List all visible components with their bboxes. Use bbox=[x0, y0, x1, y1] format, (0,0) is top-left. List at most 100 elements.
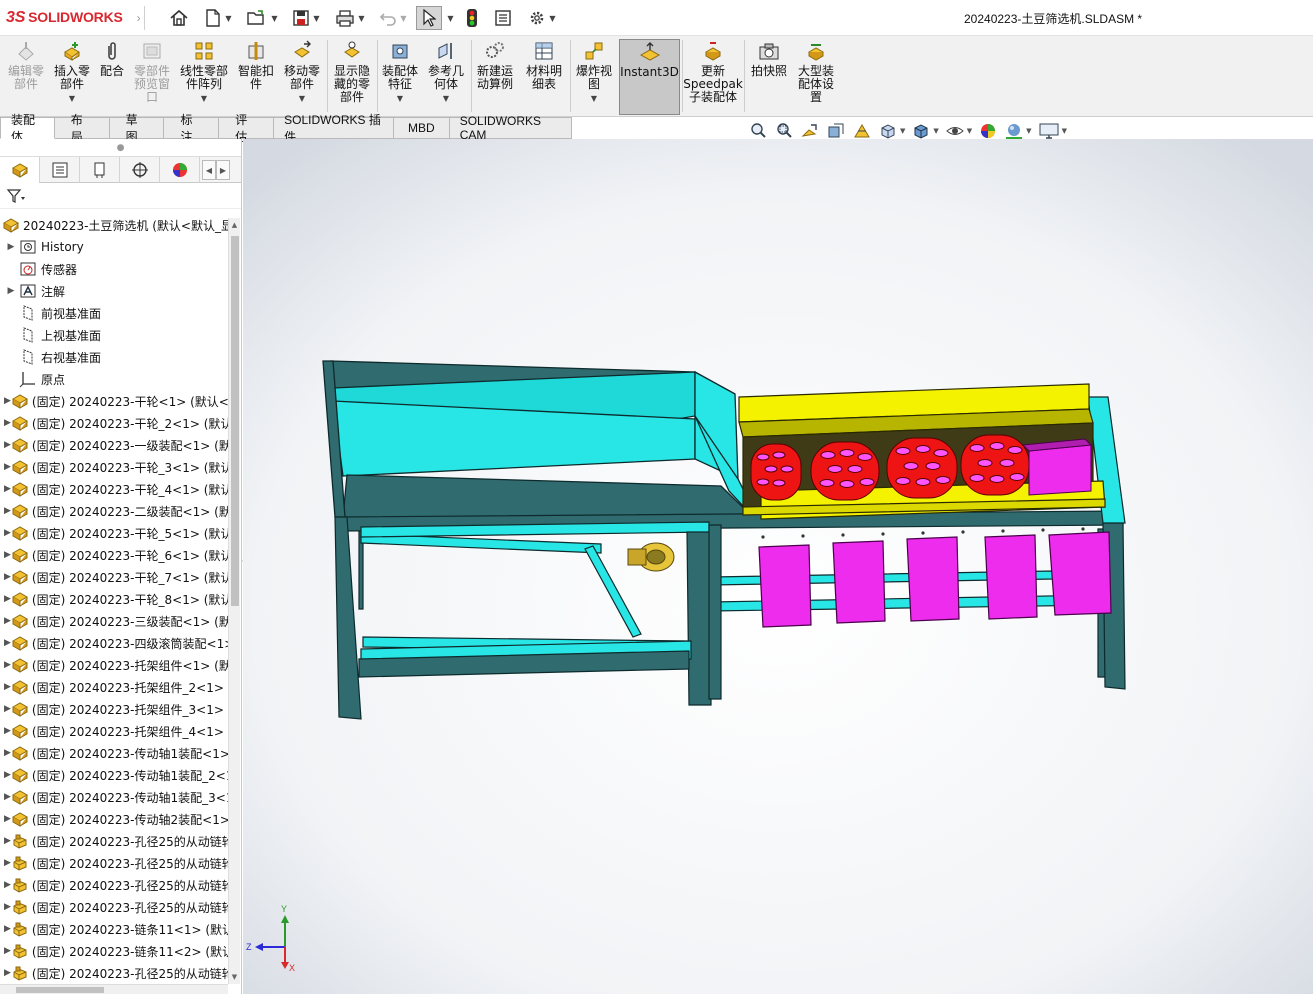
part-preview-button[interactable]: 零部件 预览窗 口 bbox=[130, 39, 174, 115]
expand-arrow-icon[interactable]: ▶ bbox=[4, 682, 11, 692]
expand-arrow-icon[interactable]: ▶ bbox=[4, 726, 11, 736]
tree-item[interactable]: 传感器 bbox=[0, 258, 228, 280]
tree-item[interactable]: ▶ (固定) 20240223-干轮_7<1> (默认<默认_显示状态 1>) bbox=[0, 566, 228, 588]
expand-arrow-icon[interactable]: ▶ bbox=[4, 880, 11, 890]
expand-arrow-icon[interactable]: ▶ bbox=[4, 572, 11, 582]
tree-item[interactable]: 右视基准面 bbox=[0, 346, 228, 368]
tree-item[interactable]: ▶ 注解 bbox=[0, 280, 228, 302]
tab-layout[interactable]: 布局 bbox=[54, 113, 110, 144]
file-properties-button[interactable] bbox=[492, 6, 514, 30]
tree-item[interactable]: ▶ (固定) 20240223-干轮<1> (默认<默认_显示状态 1>) bbox=[0, 390, 228, 412]
previous-view-button[interactable] bbox=[800, 121, 820, 141]
expand-arrow-icon[interactable]: ▶ bbox=[4, 902, 11, 912]
insert-part-button[interactable]: 插入零 部件 ▼ bbox=[50, 39, 94, 115]
solidworks-logo[interactable]: 3S SOLIDWORKS › bbox=[6, 9, 141, 27]
mate-button[interactable]: 配合 bbox=[96, 39, 128, 115]
tree-root[interactable]: 20240223-土豆筛选机 (默认<默认_显示状态-1>) bbox=[0, 214, 228, 236]
tab-evaluate[interactable]: 评估 bbox=[219, 113, 275, 144]
tree-item[interactable]: ▶ (固定) 20240223-干轮_4<1> (默认<默认_显示状态 1>) bbox=[0, 478, 228, 500]
edit-appearance-button[interactable] bbox=[978, 121, 998, 141]
tree-item[interactable]: ▶ (固定) 20240223-一级装配<1> (默认) bbox=[0, 434, 228, 456]
expand-arrow-icon[interactable]: ▶ bbox=[4, 242, 18, 252]
view-settings-button[interactable]: ▼ bbox=[1038, 121, 1067, 141]
zoom-area-button[interactable] bbox=[774, 121, 794, 141]
tree-item[interactable]: ▶ (固定) 20240223-链条11<1> (默认) bbox=[0, 918, 228, 940]
select-button[interactable] bbox=[416, 6, 442, 30]
scroll-down-icon[interactable]: ▼ bbox=[229, 970, 240, 984]
tree-item[interactable]: ▶ (固定) 20240223-三级装配<1> (默认) bbox=[0, 610, 228, 632]
expand-arrow-icon[interactable]: ▶ bbox=[4, 946, 11, 956]
tree-item[interactable]: ▶ (固定) 20240223-托架组件_2<1> (默认) bbox=[0, 676, 228, 698]
tab-property-manager[interactable] bbox=[40, 157, 80, 183]
tree-item[interactable]: ▶ (固定) 20240223-干轮_6<1> (默认<默认_显示状态 1>) bbox=[0, 544, 228, 566]
expand-arrow-icon[interactable]: ▶ bbox=[4, 638, 11, 648]
expand-arrow-icon[interactable]: ▶ bbox=[4, 660, 11, 670]
linear-pattern-button[interactable]: 线性零部 件阵列 ▼ bbox=[176, 39, 232, 115]
expand-arrow-icon[interactable]: ▶ bbox=[4, 770, 11, 780]
take-snapshot-button[interactable]: 拍快照 bbox=[748, 39, 790, 115]
tree-item[interactable]: 前视基准面 bbox=[0, 302, 228, 324]
select-dropdown[interactable]: ▼ bbox=[443, 6, 455, 30]
open-button[interactable]: ▼ bbox=[242, 6, 282, 30]
assembly-feature-button[interactable]: 装配体 特征 ▼ bbox=[378, 39, 422, 115]
tree-item[interactable]: 上视基准面 bbox=[0, 324, 228, 346]
expand-arrow-icon[interactable]: ▶ bbox=[4, 748, 11, 758]
expand-arrow-icon[interactable]: ▶ bbox=[4, 528, 11, 538]
expand-arrow-icon[interactable]: ▶ bbox=[4, 550, 11, 560]
reference-geometry-button[interactable]: 参考几 何体 ▼ bbox=[424, 39, 468, 115]
new-document-button[interactable]: ▼ bbox=[198, 6, 238, 30]
scroll-up-icon[interactable]: ▲ bbox=[229, 218, 240, 232]
scroll-thumb[interactable] bbox=[231, 236, 239, 606]
tree-item[interactable]: ▶ (固定) 20240223-四级滚筒装配<1> (默认) bbox=[0, 632, 228, 654]
expand-arrow-icon[interactable]: ▶ bbox=[4, 506, 11, 516]
expand-arrow-icon[interactable]: ▶ bbox=[4, 814, 11, 824]
assembly-model[interactable]: Y Z X bbox=[243, 139, 1313, 994]
tab-mbd[interactable]: MBD bbox=[394, 117, 450, 139]
smart-fastener-button[interactable]: 智能扣 件 bbox=[234, 39, 278, 115]
tree-hscrollbar[interactable] bbox=[0, 984, 228, 994]
rebuild-button[interactable] bbox=[462, 6, 482, 30]
dynamic-annotation-button[interactable] bbox=[852, 121, 872, 141]
undo-button[interactable]: ▼ bbox=[374, 6, 412, 30]
tree-item[interactable]: ▶ (固定) 20240223-干轮_3<1> (默认<默认_显示状态 1>) bbox=[0, 456, 228, 478]
view-orientation-button[interactable]: ▼ bbox=[878, 121, 905, 141]
tree-item[interactable]: ▶ (固定) 20240223-孔径25的从动链轮<2> (默认) bbox=[0, 852, 228, 874]
tree-item[interactable]: ▶ (固定) 20240223-传动轴2装配<1> (默认) bbox=[0, 808, 228, 830]
expand-arrow-icon[interactable]: ▶ bbox=[4, 594, 11, 604]
zoom-to-fit-button[interactable] bbox=[748, 121, 768, 141]
large-assembly-settings-button[interactable]: 大型装 配体设 置 bbox=[794, 39, 838, 115]
tree-item[interactable]: ▶ (固定) 20240223-孔径25的从动链轮<3> (默认) bbox=[0, 874, 228, 896]
expand-arrow-icon[interactable]: ▶ bbox=[4, 968, 11, 978]
expand-arrow-icon[interactable]: ▶ bbox=[4, 924, 11, 934]
tab-dimxpert[interactable] bbox=[120, 157, 160, 183]
expand-arrow-icon[interactable]: ▶ bbox=[4, 616, 11, 626]
expand-arrow-icon[interactable]: ▶ bbox=[4, 836, 11, 846]
tree-item[interactable]: ▶ (固定) 20240223-孔径25的从动链轮<1> (默认) bbox=[0, 830, 228, 852]
tree-item[interactable]: ▶ (固定) 20240223-干轮_8<1> (默认<默认_显示状态 1>) bbox=[0, 588, 228, 610]
expand-arrow-icon[interactable]: ▶ bbox=[4, 286, 18, 296]
tree-item[interactable]: ▶ (固定) 20240223-托架组件<1> (默认) bbox=[0, 654, 228, 676]
panel-grip-icon[interactable]: ● bbox=[0, 139, 241, 157]
tab-display-manager[interactable] bbox=[160, 157, 200, 183]
edit-part-button[interactable]: 编辑零 部件 bbox=[4, 39, 48, 115]
tab-cam[interactable]: SOLIDWORKS CAM bbox=[449, 114, 572, 142]
expand-arrow-icon[interactable]: ▶ bbox=[4, 704, 11, 714]
tab-configuration-manager[interactable] bbox=[80, 157, 120, 183]
tree-item[interactable]: ▶ (固定) 20240223-链条11<2> (默认) bbox=[0, 940, 228, 962]
tree-item[interactable]: ▶ (固定) 20240223-干轮_2<1> (默认<默认_显示状态 1>) bbox=[0, 412, 228, 434]
tree-item[interactable]: ▶ (固定) 20240223-二级装配<1> (默认) bbox=[0, 500, 228, 522]
hscroll-thumb[interactable] bbox=[16, 987, 104, 993]
apply-scene-button[interactable]: ▼ bbox=[1004, 121, 1032, 141]
expand-arrow-icon[interactable]: ▶ bbox=[4, 462, 11, 472]
expand-arrow-icon[interactable]: ▶ bbox=[4, 396, 11, 406]
print-button[interactable]: ▼ bbox=[330, 6, 370, 30]
expand-arrow-icon[interactable]: ▶ bbox=[4, 418, 11, 428]
move-part-button[interactable]: 移动零 部件 ▼ bbox=[280, 39, 324, 115]
explode-view-button[interactable]: 爆炸视 图 ▼ bbox=[572, 39, 616, 115]
tab-annotation[interactable]: 标注 bbox=[164, 113, 220, 144]
tab-scroll-left[interactable]: ◀ bbox=[202, 160, 216, 180]
tree-item[interactable]: ▶ History bbox=[0, 236, 228, 258]
tree-item[interactable]: 原点 bbox=[0, 368, 228, 390]
instant3d-button[interactable]: Instant3D bbox=[619, 39, 680, 115]
tree-item[interactable]: ▶ (固定) 20240223-干轮_5<1> (默认<默认_显示状态 1>) bbox=[0, 522, 228, 544]
